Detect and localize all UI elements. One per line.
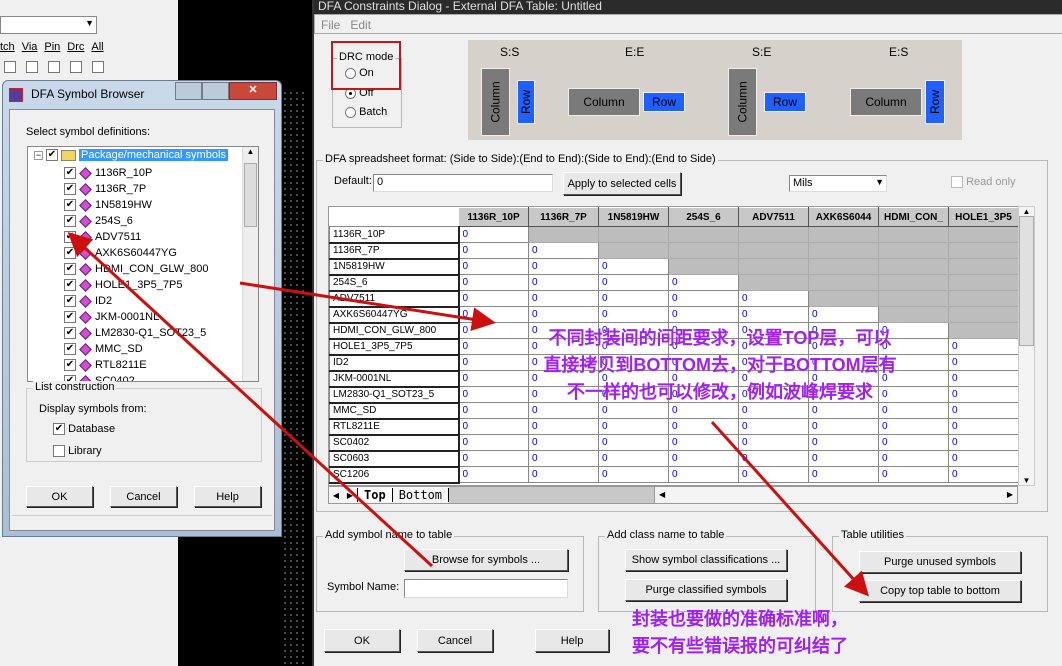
annotation-arrows xyxy=(67,231,870,597)
arrow-to-copy-button xyxy=(710,420,870,597)
arrow-to-grid xyxy=(239,281,496,332)
